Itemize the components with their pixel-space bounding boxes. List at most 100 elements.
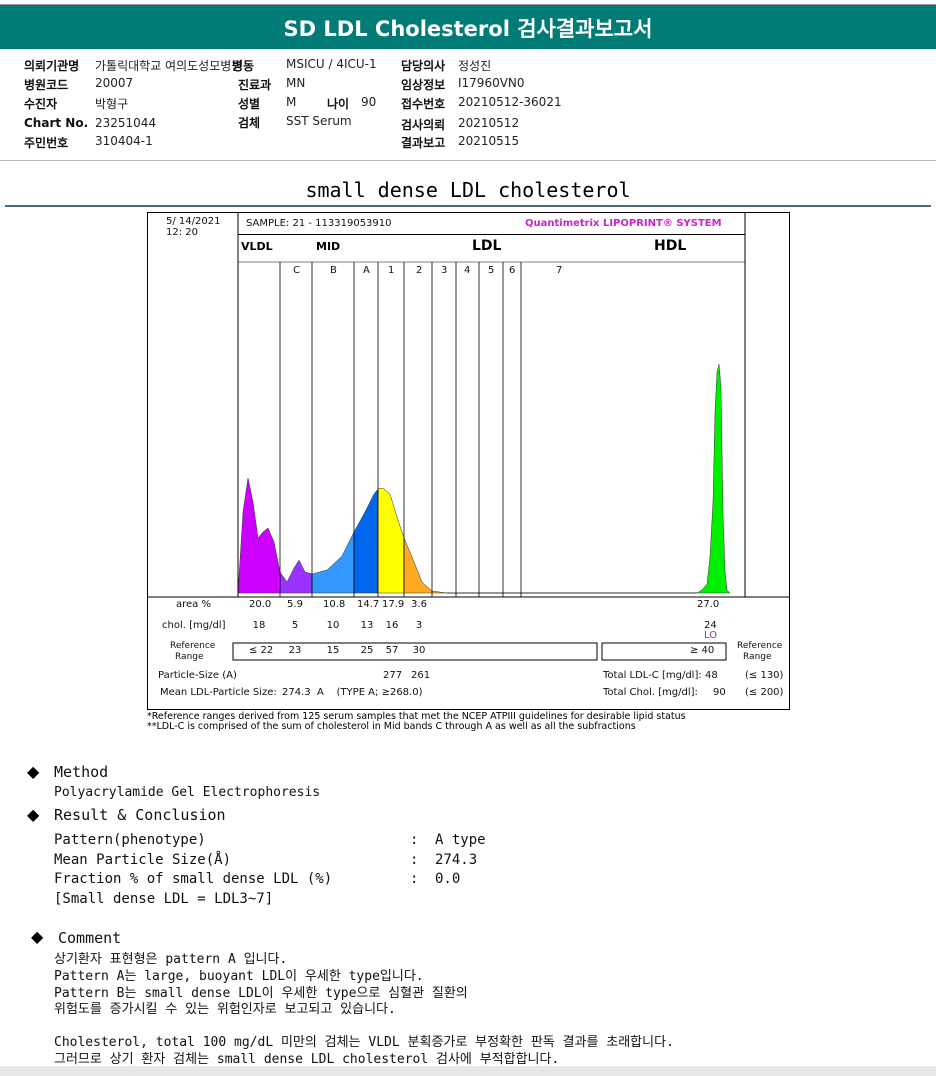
result-sep: : (410, 871, 419, 887)
hdl-ref: ≥ 40 (690, 645, 715, 656)
brand-logo: Quantimetrix LIPOPRINT® SYSTEM (525, 218, 722, 229)
comment-line: 위험도를 증가시킬 수 있는 위험인자로 보고되고 있습니다. (54, 1002, 396, 1017)
chart-no-label: Chart No. (24, 116, 89, 130)
id-value: 310404-1 (95, 134, 153, 148)
total-chol-ref: (≤ 200) (745, 687, 784, 698)
subband-label: 4 (464, 265, 471, 276)
patient-value: 박형구 (95, 97, 129, 111)
dept-label: 진료과 (238, 78, 272, 92)
total-ldl-label: Total LDL-C [mg/dl]: (603, 670, 702, 681)
result-title: Result & Conclusion (54, 806, 226, 824)
result-sep: : (410, 832, 419, 848)
total-chol-value: 90 (713, 687, 726, 698)
institution-value: 가톨릭대학교 여의도성모병원 (95, 59, 243, 73)
sample-id: SAMPLE: 21 - 113319053910 (246, 218, 392, 229)
clinical-value: I17960VN0 (458, 76, 525, 90)
footnote: **LDL-C is comprised of the sum of chole… (147, 721, 636, 732)
area-value: 3.6 (411, 599, 427, 610)
area-value: 14.7 (357, 599, 380, 610)
group-vldl: VLDL (241, 240, 273, 253)
ref-label: Reference (170, 641, 216, 651)
total-ldl-value: 48 (705, 670, 718, 681)
ward-label: 병동 (232, 59, 255, 73)
hdl-low-flag: LO (704, 630, 718, 641)
ref-value: 15 (326, 645, 340, 656)
subband-label: 6 (509, 265, 516, 276)
ref-value: 30 (412, 645, 426, 656)
lipoprint-chart (147, 212, 790, 710)
ref-value: 25 (360, 645, 374, 656)
area-label: area % (176, 599, 211, 610)
group-hdl: HDL (654, 238, 687, 254)
total-chol-label: Total Chol. [mg/dl]: (603, 687, 698, 698)
clinical-label: 임상정보 (401, 78, 446, 92)
hospital-code-value: 20007 (95, 76, 134, 90)
sd-ldl-note: [Small dense LDL = LDL3~7] (54, 891, 274, 907)
accession-label: 접수번호 (401, 97, 446, 111)
group-ldl: LDL (472, 238, 502, 254)
comment-line: 그러므로 상기 환자 검체는 small dense LDL cholester… (54, 1052, 560, 1067)
patient-label: 수진자 (24, 97, 58, 111)
request-label: 검사의뢰 (401, 118, 446, 132)
doctor-label: 담당의사 (401, 59, 446, 73)
mean-label: Mean LDL-Particle Size: (160, 687, 277, 698)
result-sep: : (410, 851, 419, 868)
ref-label: Reference (737, 641, 783, 651)
chol-value: 13 (360, 620, 374, 631)
chol-value: 18 (252, 620, 266, 631)
total-ldl-ref: (≤ 130) (745, 670, 784, 681)
method-text: Polyacrylamide Gel Electrophoresis (54, 785, 321, 800)
run-time: 12: 20 (166, 227, 198, 238)
ref-label: Range (175, 652, 204, 662)
subband-label: 3 (441, 265, 448, 276)
diamond-bullet-icon: ◆ (31, 927, 44, 946)
chol-value: 16 (385, 620, 399, 631)
subband-label: A (363, 265, 370, 276)
particle-value: 261 (411, 670, 431, 681)
subband-label: 1 (388, 265, 395, 276)
group-mid: MID (316, 240, 341, 253)
hdl-area: 27.0 (697, 599, 720, 610)
subband-label: C (293, 265, 300, 276)
result-key: Mean Particle Size(Å) (54, 851, 232, 868)
method-title: Method (54, 763, 109, 781)
area-value: 17.9 (382, 599, 405, 610)
divider (5, 205, 931, 207)
hospital-code-label: 병원코드 (24, 78, 69, 92)
sex-label: 성별 (238, 97, 261, 111)
dept-value: MN (286, 76, 306, 90)
request-value: 20210512 (458, 116, 520, 130)
ref-label: Range (743, 652, 772, 662)
result-value: A type (435, 832, 486, 848)
subband-label: 2 (416, 265, 423, 276)
ward-value: MSICU / 4ICU-1 (286, 57, 377, 71)
diamond-bullet-icon: ◆ (27, 762, 40, 781)
subband-label: 5 (488, 265, 495, 276)
area-value: 5.9 (287, 599, 303, 610)
run-date: 5/ 14/2021 (166, 216, 221, 227)
age-label: 나이 (327, 97, 350, 111)
chol-value: 10 (326, 620, 340, 631)
doctor-value: 정성진 (458, 59, 492, 73)
footer-bar (0, 1066, 936, 1076)
subband-label: B (330, 265, 337, 276)
area-value: 20.0 (249, 599, 272, 610)
sex-value: M (286, 95, 297, 109)
specimen-label: 검체 (238, 116, 261, 130)
institution-label: 의뢰기관명 (24, 59, 80, 73)
subband-label: 7 (556, 265, 563, 276)
result-value: 0.0 (435, 871, 461, 887)
chol-value: 5 (291, 620, 299, 631)
accession-value: 20210512-36021 (458, 95, 562, 109)
ref-value: 57 (385, 645, 399, 656)
id-label: 주민번호 (24, 136, 69, 150)
divider (0, 160, 936, 161)
ref-value: ≤ 22 (249, 645, 274, 656)
report-title: SD LDL Cholesterol 검사결과보고서 (283, 17, 653, 41)
mean-value: 274.3 A (TYPE A; ≥268.0) (282, 687, 423, 698)
particle-value: 277 (383, 670, 403, 681)
result-key: Pattern(phenotype) (54, 832, 206, 848)
ref-value: 23 (288, 645, 302, 656)
result-key: Fraction % of small dense LDL (%) (54, 871, 333, 887)
report-value: 20210515 (458, 134, 520, 148)
